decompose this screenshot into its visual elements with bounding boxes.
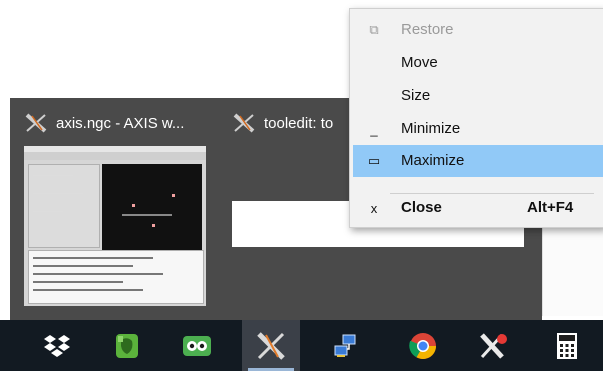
thumbnail-toolbar	[24, 152, 206, 160]
owl-icon	[183, 335, 211, 356]
taskbar-button-tripadvisor[interactable]	[168, 320, 226, 371]
window-system-menu: ⧉ Restore Move Size _ Minimize ▭ Maximiz…	[349, 8, 603, 228]
menu-item-maximize[interactable]: ▭ Maximize	[353, 145, 603, 177]
menu-item-label: Move	[401, 54, 438, 71]
thumbnail-preview-canvas	[102, 164, 202, 264]
axis-x-icon	[25, 113, 47, 133]
taskbar-button-dropbox[interactable]	[28, 320, 86, 371]
menu-item-label: Size	[401, 87, 431, 104]
thumbnail-gcode-list	[28, 250, 204, 304]
menu-item-restore[interactable]: ⧉ Restore	[353, 14, 603, 46]
dropbox-icon	[44, 334, 70, 357]
taskbar-button-xming[interactable]	[464, 320, 522, 371]
evernote-icon	[116, 333, 138, 358]
menu-item-close[interactable]: x Close Alt+F4	[353, 192, 603, 224]
menu-item-accelerator: Alt+F4	[527, 199, 574, 216]
taskbar-button-calculator[interactable]	[538, 320, 596, 371]
menu-item-label: Restore	[401, 21, 454, 38]
thumbnail-title-axis[interactable]: axis.ngc - AXIS w...	[24, 112, 184, 134]
close-icon: x	[370, 200, 378, 216]
axis-window-thumbnail[interactable]	[24, 146, 206, 306]
taskbar-button-axis[interactable]	[242, 320, 300, 371]
thumbnail-title-label: tooledit: to	[264, 114, 334, 132]
menu-item-label: Close	[401, 199, 442, 216]
menu-item-label: Minimize	[401, 120, 461, 137]
menu-item-minimize[interactable]: _ Minimize	[353, 113, 603, 145]
taskbar-button-evernote[interactable]	[98, 320, 156, 371]
taskbar-button-network[interactable]	[318, 320, 376, 371]
minimize-icon: _	[370, 121, 378, 137]
chrome-icon	[409, 332, 437, 359]
restore-icon: ⧉	[369, 22, 379, 37]
network-icon	[334, 334, 356, 357]
taskbar	[0, 320, 603, 371]
xming-icon	[480, 332, 507, 359]
calculator-icon	[557, 332, 577, 359]
menu-item-size[interactable]: Size	[353, 80, 603, 112]
menu-item-label: Maximize	[401, 152, 465, 169]
taskbar-button-chrome[interactable]	[394, 320, 452, 371]
menu-item-move[interactable]: Move	[353, 47, 603, 79]
maximize-icon: ▭	[367, 153, 381, 168]
axis-x-icon	[257, 331, 285, 360]
axis-x-icon	[233, 113, 255, 133]
thumbnail-control-panel	[28, 164, 100, 248]
thumbnail-title-label: axis.ngc - AXIS w...	[56, 114, 185, 132]
thumbnail-title-tooledit[interactable]: tooledit: to	[232, 112, 350, 134]
